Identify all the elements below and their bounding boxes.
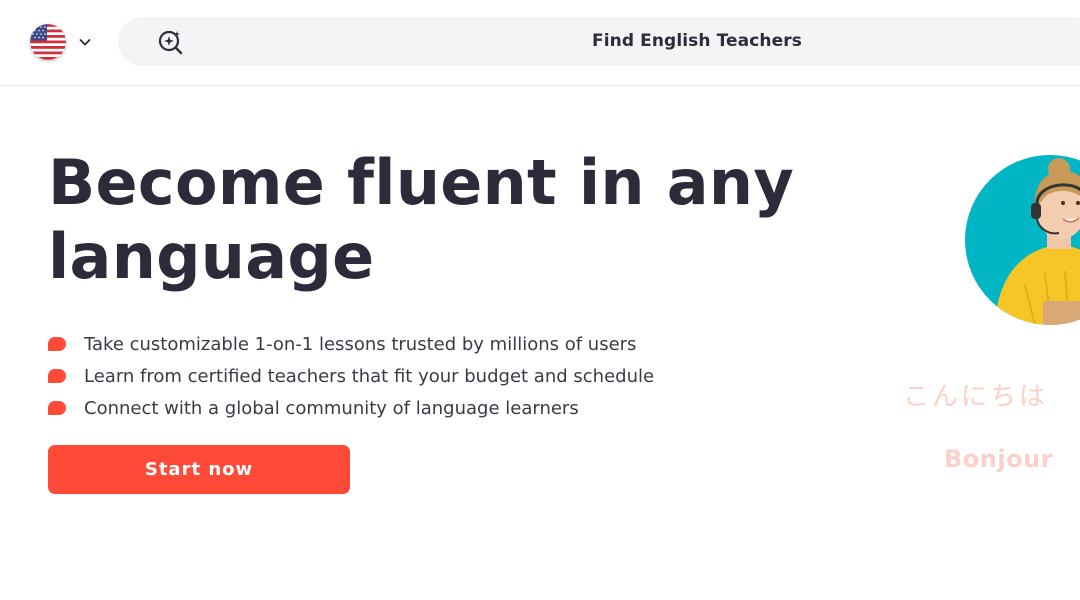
greeting-french: Bonjour — [944, 445, 1054, 473]
speech-bubble-icon — [48, 337, 66, 351]
greeting-japanese: こんにちは — [903, 382, 1049, 412]
page: Find English Teachers Become fluent in a… — [0, 0, 1080, 600]
benefit-item: Connect with a global community of langu… — [48, 392, 654, 424]
search-bar[interactable]: Find English Teachers — [118, 17, 1080, 66]
search-label: Find English Teachers — [592, 31, 802, 51]
benefit-text: Take customizable 1-on-1 lessons trusted… — [84, 333, 637, 355]
hero-title: Become fluent in any language — [48, 146, 795, 293]
benefit-text: Connect with a global community of langu… — [84, 397, 579, 419]
search-sparkle-icon — [158, 30, 183, 55]
speech-bubble-icon — [48, 369, 66, 383]
start-now-button[interactable]: Start now — [48, 445, 350, 494]
benefit-list: Take customizable 1-on-1 lessons trusted… — [48, 328, 654, 424]
chevron-down-icon — [79, 39, 91, 46]
teacher-photo — [965, 155, 1080, 325]
language-selector[interactable] — [30, 24, 92, 60]
benefit-text: Learn from certified teachers that fit y… — [84, 365, 655, 387]
top-header: Find English Teachers — [0, 0, 1080, 86]
speech-bubble-icon — [48, 401, 66, 415]
us-flag-icon — [30, 24, 66, 60]
benefit-item: Take customizable 1-on-1 lessons trusted… — [48, 328, 654, 360]
benefit-item: Learn from certified teachers that fit y… — [48, 360, 654, 392]
